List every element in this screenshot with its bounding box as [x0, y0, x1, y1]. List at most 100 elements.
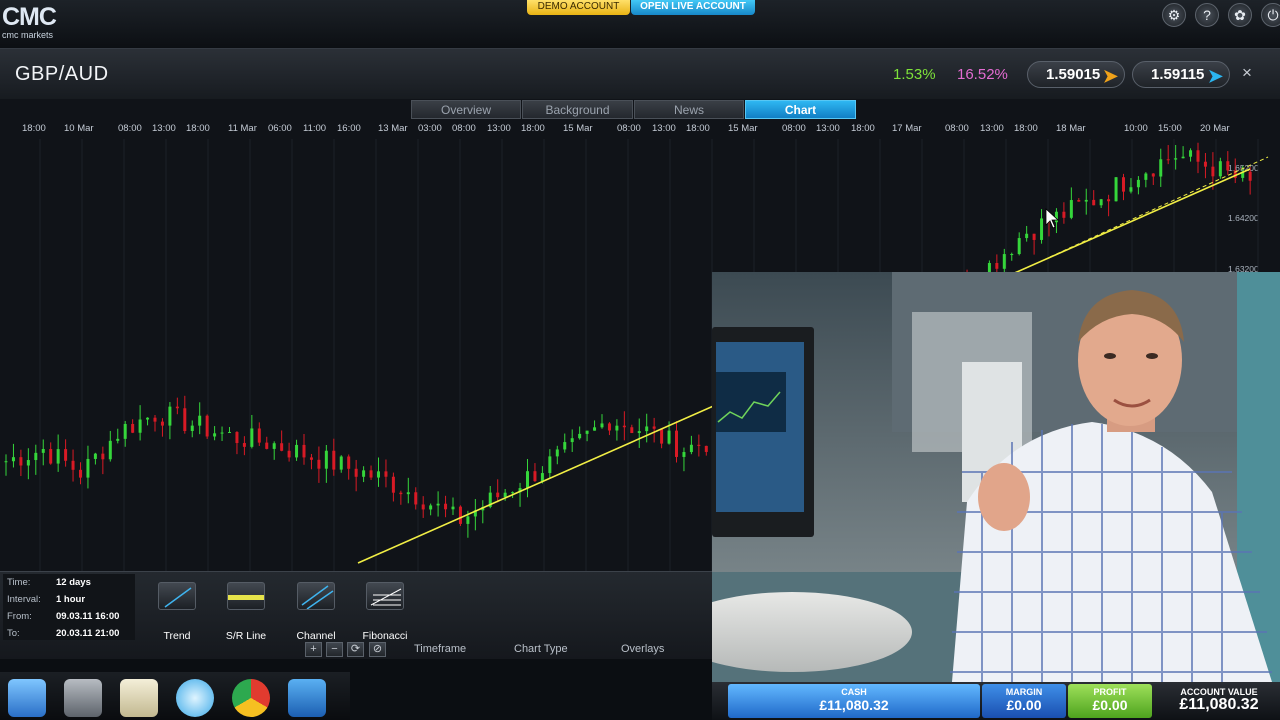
preferences-icon[interactable]: ✿: [1228, 3, 1252, 27]
video-overlay: [712, 272, 1280, 682]
candle: [34, 452, 38, 461]
candle: [228, 432, 231, 434]
candle: [131, 423, 135, 433]
candle: [533, 471, 537, 482]
candle: [675, 430, 678, 457]
info-label-time: Time:: [7, 577, 31, 588]
candle: [168, 406, 172, 426]
candle: [1002, 254, 1006, 269]
subtab-chart-type[interactable]: Chart Type: [514, 643, 568, 655]
candle: [1077, 200, 1081, 202]
zoom-in-icon[interactable]: +: [305, 642, 322, 657]
candle: [19, 457, 23, 466]
candle: [257, 428, 261, 443]
candle: [503, 492, 507, 498]
candle: [64, 449, 68, 461]
candle: [93, 453, 97, 459]
candle: [1189, 150, 1193, 157]
candle: [49, 448, 53, 464]
cards-icon[interactable]: [288, 679, 326, 717]
candle: [444, 503, 448, 510]
tab-news[interactable]: News: [634, 100, 744, 119]
power-icon[interactable]: ⏻: [1261, 3, 1280, 27]
candle: [540, 473, 544, 482]
candle: [421, 504, 425, 510]
cash-value: £11,080.32: [819, 697, 889, 713]
candle: [235, 432, 239, 444]
cmc-logo[interactable]: CMC cmc markets: [0, 4, 60, 42]
candle: [615, 425, 619, 431]
close-icon[interactable]: ×: [1242, 63, 1252, 83]
tool-fibonacci-label: Fibonacci: [362, 630, 408, 642]
tab-chart[interactable]: Chart: [745, 100, 856, 119]
info-value-interval: 1 hour: [56, 594, 86, 605]
candle: [1010, 254, 1014, 256]
candle: [563, 442, 567, 450]
tool-trend[interactable]: Trend: [149, 582, 205, 642]
trading-app: CMC cmc markets DEMO ACCOUNT OPEN LIVE A…: [0, 0, 1280, 720]
chart-tools-panel: Time: 12 days Interval: 1 hour From: 09.…: [0, 571, 712, 659]
candle: [11, 457, 15, 462]
account-bar: CASH £11,080.32 MARGIN £0.00 PROFIT £0.0…: [712, 682, 1280, 720]
candle: [526, 471, 529, 489]
candle: [1226, 161, 1230, 171]
candle: [995, 263, 999, 269]
candle: [1062, 211, 1066, 218]
candle: [704, 445, 708, 452]
tab-overview[interactable]: Overview: [411, 100, 521, 119]
candle: [645, 426, 649, 432]
candle: [511, 492, 515, 494]
candle: [607, 423, 611, 431]
refresh-icon[interactable]: ⟳: [347, 642, 364, 657]
notes-icon[interactable]: [120, 679, 158, 717]
tool-fibonacci[interactable]: Fibonacci: [357, 582, 413, 642]
presenter-video-frame: [712, 272, 1280, 682]
candle: [272, 443, 276, 449]
documents-icon[interactable]: [64, 679, 102, 717]
chat-icon[interactable]: [176, 679, 214, 717]
candle: [1181, 156, 1185, 159]
candle: [347, 456, 351, 469]
candle: [123, 423, 127, 439]
zoom-out-icon[interactable]: −: [326, 642, 343, 657]
candle: [466, 516, 470, 524]
account-value: £11,080.32: [1179, 696, 1259, 713]
tool-channel[interactable]: Channel: [288, 582, 344, 642]
candle: [593, 427, 597, 431]
sell-price-button[interactable]: 1.59015 ➤: [1027, 61, 1125, 88]
candle: [1218, 161, 1222, 177]
finder-icon[interactable]: [8, 679, 46, 717]
info-label-from: From:: [7, 611, 32, 622]
candle: [1122, 177, 1125, 192]
cash-label: CASH: [841, 687, 867, 697]
candle: [1032, 233, 1036, 240]
subtab-timeframe[interactable]: Timeframe: [414, 643, 466, 655]
candle: [138, 419, 142, 433]
candle: [1248, 171, 1252, 181]
open-live-account-button[interactable]: OPEN LIVE ACCOUNT: [631, 0, 755, 15]
candle: [108, 440, 112, 460]
fibonacci-icon: [366, 582, 404, 610]
candle: [1174, 158, 1178, 160]
tab-background[interactable]: Background: [522, 100, 633, 119]
candle: [190, 425, 194, 432]
candle: [1084, 199, 1088, 202]
buy-price-button[interactable]: 1.59115 ➤: [1132, 61, 1230, 88]
settings-icon[interactable]: ⚙: [1162, 3, 1186, 27]
tool-sr-line[interactable]: S/R Line: [218, 582, 274, 642]
candle: [406, 492, 410, 495]
info-label-to: To:: [7, 628, 20, 639]
candle: [1017, 238, 1021, 255]
candle: [682, 452, 686, 457]
info-label-interval: Interval:: [7, 594, 41, 605]
chrome-icon[interactable]: [232, 679, 270, 717]
tool-sr-label: S/R Line: [225, 630, 267, 642]
chart-info-box: Time: 12 days Interval: 1 hour From: 09.…: [3, 574, 135, 640]
candle: [578, 433, 582, 439]
candle: [436, 503, 440, 506]
subtab-overlays[interactable]: Overlays: [621, 643, 664, 655]
demo-account-button[interactable]: DEMO ACCOUNT: [527, 0, 630, 15]
candle: [600, 423, 604, 428]
reset-icon[interactable]: ⊘: [369, 642, 386, 657]
help-icon[interactable]: ?: [1195, 3, 1219, 27]
